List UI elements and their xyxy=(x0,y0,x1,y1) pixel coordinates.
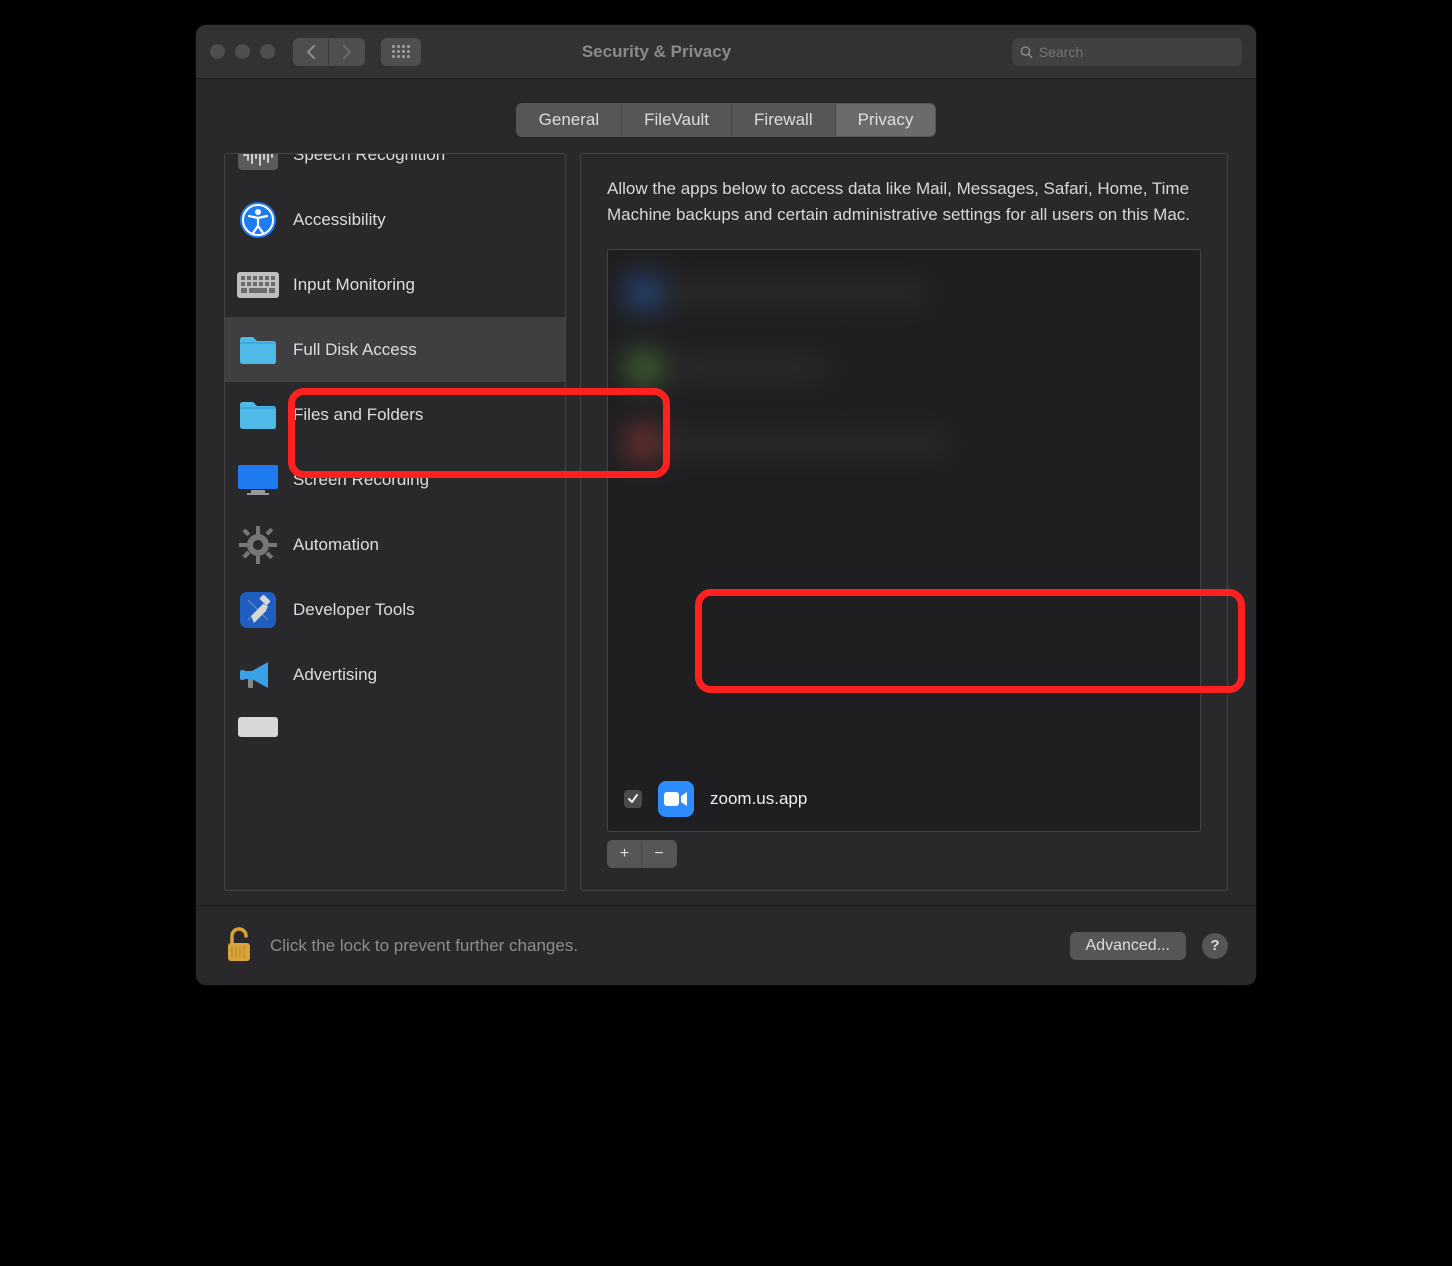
sidebar-item-label: Developer Tools xyxy=(293,600,415,620)
sidebar-item-files-and-folders[interactable]: Files and Folders xyxy=(225,382,565,447)
sidebar-item-input-monitoring[interactable]: Input Monitoring xyxy=(225,252,565,317)
sidebar-item-advertising[interactable]: Advertising xyxy=(225,642,565,707)
hammer-icon xyxy=(237,589,279,631)
lock-text: Click the lock to prevent further change… xyxy=(270,936,578,956)
tab-general[interactable]: General xyxy=(517,104,622,136)
gear-icon xyxy=(237,524,279,566)
app-checkbox[interactable] xyxy=(624,790,642,808)
blurred-rows xyxy=(608,250,1200,761)
sidebar-item-automation[interactable]: Automation xyxy=(225,512,565,577)
app-row-zoom[interactable]: zoom.us.app xyxy=(608,767,1200,831)
sidebar-item-next[interactable] xyxy=(225,707,565,747)
advanced-button[interactable]: Advanced... xyxy=(1070,932,1187,960)
preferences-window: Security & Privacy General FileVault Fir… xyxy=(196,25,1256,985)
sidebar-item-label: Automation xyxy=(293,535,379,555)
folder-icon xyxy=(237,329,279,371)
window-title: Security & Privacy xyxy=(311,42,1002,62)
sidebar-item-label: Full Disk Access xyxy=(293,340,417,360)
keyboard-icon xyxy=(237,264,279,306)
tab-filevault[interactable]: FileVault xyxy=(622,104,732,136)
minimize-window-button[interactable] xyxy=(235,44,250,59)
search-input[interactable] xyxy=(1039,44,1234,60)
add-button[interactable]: + xyxy=(608,841,642,867)
zoom-window-button[interactable] xyxy=(260,44,275,59)
remove-button[interactable]: − xyxy=(642,841,676,867)
app-list[interactable]: zoom.us.app xyxy=(607,249,1201,832)
sidebar-item-accessibility[interactable]: Accessibility xyxy=(225,187,565,252)
sidebar-item-label: Input Monitoring xyxy=(293,275,415,295)
waveform-icon xyxy=(237,153,279,176)
sidebar-item-label: Screen Recording xyxy=(293,470,429,490)
add-remove-buttons: + − xyxy=(607,840,677,868)
sidebar-item-full-disk-access[interactable]: Full Disk Access xyxy=(225,317,565,382)
tab-firewall[interactable]: Firewall xyxy=(732,104,836,136)
display-icon xyxy=(237,459,279,501)
zoom-app-icon xyxy=(658,781,694,817)
sidebar-item-screen-recording[interactable]: Screen Recording xyxy=(225,447,565,512)
megaphone-icon xyxy=(237,654,279,696)
search-field[interactable] xyxy=(1012,38,1242,66)
tab-privacy[interactable]: Privacy xyxy=(836,104,936,136)
detail-description: Allow the apps below to access data like… xyxy=(607,176,1201,227)
generic-icon xyxy=(237,706,279,748)
accessibility-icon xyxy=(237,199,279,241)
app-name-label: zoom.us.app xyxy=(710,789,807,809)
detail-panel: Allow the apps below to access data like… xyxy=(580,153,1228,891)
sidebar-item-label: Speech Recognition xyxy=(293,153,445,165)
titlebar: Security & Privacy xyxy=(196,25,1256,79)
tab-bar: General FileVault Firewall Privacy xyxy=(196,79,1256,153)
sidebar-item-label: Accessibility xyxy=(293,210,386,230)
sidebar-item-label: Files and Folders xyxy=(293,405,423,425)
footer: Click the lock to prevent further change… xyxy=(196,905,1256,985)
sidebar-item-developer-tools[interactable]: Developer Tools xyxy=(225,577,565,642)
content-area: Speech Recognition Accessibility Input M… xyxy=(196,153,1256,905)
traffic-lights xyxy=(210,44,275,59)
sidebar-item-speech-recognition[interactable]: Speech Recognition xyxy=(225,153,565,187)
sidebar-item-label: Advertising xyxy=(293,665,377,685)
lock-icon[interactable] xyxy=(224,927,254,965)
search-icon xyxy=(1020,45,1033,59)
privacy-sidebar[interactable]: Speech Recognition Accessibility Input M… xyxy=(224,153,566,891)
checkmark-icon xyxy=(627,793,639,805)
close-window-button[interactable] xyxy=(210,44,225,59)
folder-icon xyxy=(237,394,279,436)
help-button[interactable]: ? xyxy=(1202,933,1228,959)
